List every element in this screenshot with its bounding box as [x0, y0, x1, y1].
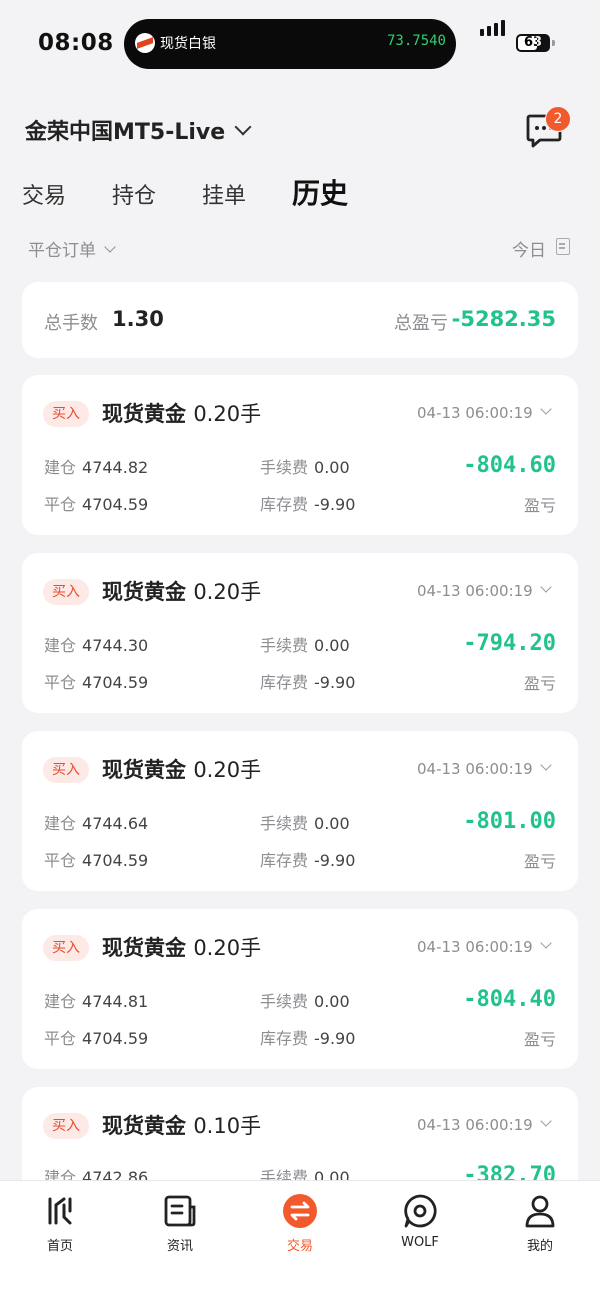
tab-pending[interactable]: 挂单 [202, 178, 246, 210]
order-card[interactable]: 买入 现货黄金 0.20手 04-13 06:00:19 建仓 4744.30 平… [22, 553, 578, 713]
close-price: 平仓 4704.59 [44, 1029, 149, 1048]
open-price: 建仓 4744.82 [44, 458, 149, 477]
app-logo-icon [135, 33, 155, 53]
fee: 手续费 0.00 [260, 814, 350, 833]
nav-home[interactable]: 首页 [20, 1193, 100, 1254]
buy-tag: 买入 [43, 935, 89, 961]
chevron-down-icon[interactable] [540, 937, 552, 949]
total-lots-value: 1.30 [112, 307, 164, 331]
nav-trade[interactable]: 交易 [260, 1193, 340, 1254]
status-bar: 08:08 现货白银 73.7540 63 [0, 0, 600, 90]
buy-tag: 买入 [43, 757, 89, 783]
clock: 08:08 [38, 30, 114, 56]
open-price: 建仓 4744.64 [44, 814, 149, 833]
open-price: 建仓 4744.30 [44, 636, 149, 655]
buy-tag: 买入 [43, 401, 89, 427]
dynamic-island-ticker[interactable]: 现货白银 73.7540 [124, 19, 456, 69]
fee: 手续费 0.00 [260, 636, 350, 655]
order-card[interactable]: 买入 现货黄金 0.20手 04-13 06:00:19 建仓 4744.81 平… [22, 909, 578, 1069]
battery-level: 63 [523, 35, 543, 50]
account-selector[interactable]: 金荣中国MT5-Live [25, 114, 252, 146]
ticker-price: 73.7540 [386, 33, 446, 49]
total-lots-label: 总手数 [44, 313, 98, 334]
nav-wolf[interactable]: WOLF [380, 1193, 460, 1250]
chat-icon [402, 1193, 438, 1229]
buy-tag: 买入 [43, 579, 89, 605]
order-pnl: -804.60 [463, 453, 556, 478]
order-time: 04-13 06:00:19 [417, 1116, 533, 1134]
swap: 库存费 -9.90 [260, 673, 356, 692]
order-card[interactable]: 买入 现货黄金 0.20手 04-13 06:00:19 建仓 4744.64 平… [22, 731, 578, 891]
swap: 库存费 -9.90 [260, 495, 356, 514]
buy-tag: 买入 [43, 1113, 89, 1139]
tab-history[interactable]: 历史 [292, 172, 348, 212]
total-pnl-value: -5282.35 [451, 307, 556, 331]
pnl-label: 盈亏 [523, 852, 556, 871]
chevron-down-icon[interactable] [540, 581, 552, 593]
nav-profile-label: 我的 [526, 1239, 553, 1254]
order-title: 现货黄金 0.20手 [102, 936, 262, 960]
open-price: 建仓 4744.81 [44, 992, 149, 1011]
fee: 手续费 0.00 [260, 992, 350, 1011]
order-title: 现货黄金 0.20手 [102, 402, 262, 426]
account-name: 金荣中国MT5-Live [25, 120, 226, 145]
chevron-down-icon [104, 240, 116, 253]
nav-home-label: 首页 [46, 1239, 73, 1254]
news-icon [162, 1193, 198, 1229]
nav-profile[interactable]: 我的 [500, 1193, 580, 1254]
summary-card: 总手数 1.30 总盈亏 -5282.35 [22, 282, 578, 358]
nav-wolf-label: WOLF [401, 1235, 439, 1250]
profile-icon [522, 1193, 558, 1229]
close-price: 平仓 4704.59 [44, 851, 149, 870]
order-pnl: -804.40 [463, 987, 556, 1012]
order-time: 04-13 06:00:19 [417, 760, 533, 778]
nav-news-label: 资讯 [166, 1239, 193, 1254]
order-pnl: -794.20 [463, 631, 556, 656]
nav-trade-label: 交易 [286, 1239, 313, 1254]
swap: 库存费 -9.90 [260, 1029, 356, 1048]
order-card[interactable]: 买入 现货黄金 0.20手 04-13 06:00:19 建仓 4744.82 平… [22, 375, 578, 535]
trade-icon [282, 1193, 318, 1229]
order-title: 现货黄金 0.20手 [102, 580, 262, 604]
order-type-filter[interactable]: 平仓订单 [28, 236, 116, 261]
chevron-down-icon[interactable] [540, 403, 552, 415]
total-pnl-label: 总盈亏 [394, 313, 448, 334]
order-pnl: -801.00 [463, 809, 556, 834]
order-title: 现货黄金 0.20手 [102, 758, 262, 782]
pnl-label: 盈亏 [523, 496, 556, 515]
chevron-down-icon[interactable] [540, 759, 552, 771]
chevron-down-icon[interactable] [540, 1115, 552, 1127]
order-type-label: 平仓订单 [28, 241, 96, 261]
home-icon [42, 1193, 78, 1229]
battery-icon: 63 [516, 34, 550, 52]
tab-positions[interactable]: 持仓 [112, 178, 156, 210]
pnl-label: 盈亏 [523, 1030, 556, 1049]
ticker-name: 现货白银 [160, 36, 216, 52]
close-price: 平仓 4704.59 [44, 495, 149, 514]
close-price: 平仓 4704.59 [44, 673, 149, 692]
bottom-nav: 首页 资讯 交易 WOLF 我的 [0, 1180, 600, 1305]
order-time: 04-13 06:00:19 [417, 582, 533, 600]
date-filter[interactable]: 今日 [512, 236, 546, 261]
tab-trade[interactable]: 交易 [22, 178, 66, 210]
message-count-badge: 2 [545, 106, 571, 132]
chevron-down-icon [234, 118, 252, 136]
order-title: 现货黄金 0.10手 [102, 1114, 262, 1138]
order-time: 04-13 06:00:19 [417, 404, 533, 422]
pnl-label: 盈亏 [523, 674, 556, 693]
fee: 手续费 0.00 [260, 458, 350, 477]
swap: 库存费 -9.90 [260, 851, 356, 870]
nav-news[interactable]: 资讯 [140, 1193, 220, 1254]
order-time: 04-13 06:00:19 [417, 938, 533, 956]
calendar-icon[interactable] [556, 238, 570, 255]
